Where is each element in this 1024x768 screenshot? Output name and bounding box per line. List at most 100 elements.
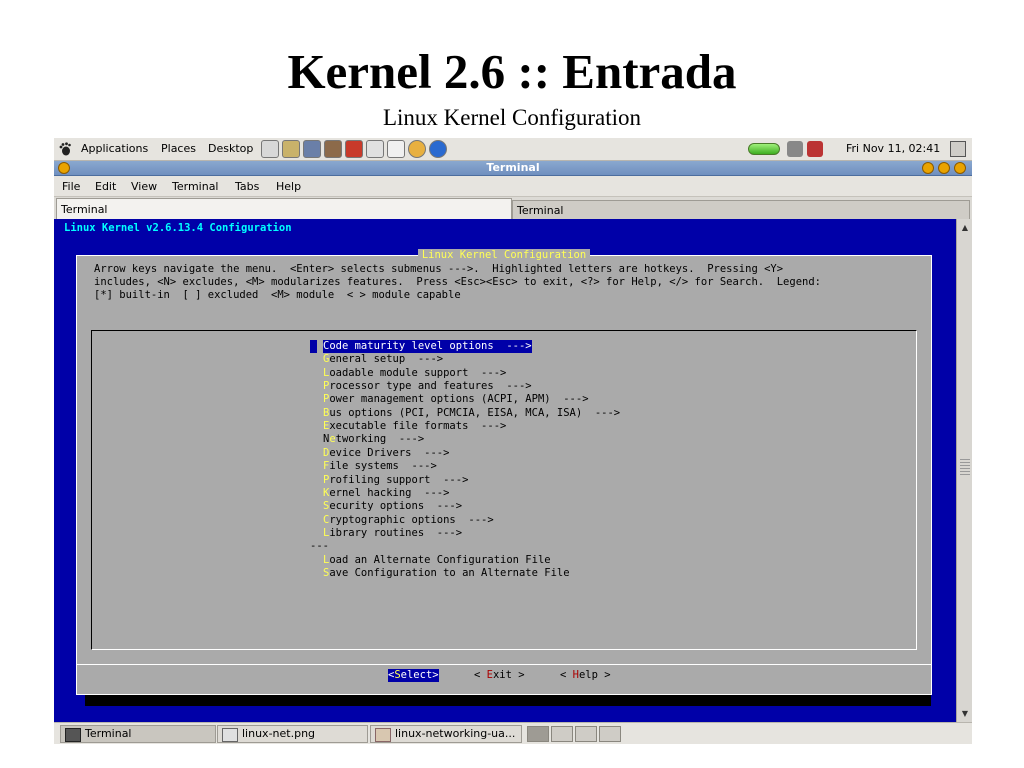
menu-terminal[interactable]: Terminal <box>172 180 219 194</box>
exit-label: xit <box>492 669 512 681</box>
menubar: File Edit View Terminal Tabs Help <box>54 176 972 197</box>
menuconfig-dialog: Linux Kernel Configuration Arrow keys na… <box>76 249 932 695</box>
menu-item-label: rocessor type and features ---> <box>329 380 532 392</box>
minimize-icon[interactable] <box>922 162 934 174</box>
top-panel: Applications Places Desktop Fri Nov 11, … <box>54 138 972 161</box>
gnome-foot-icon[interactable] <box>58 142 72 156</box>
menu-item-label: ode maturity level options ---> <box>329 340 532 352</box>
menu-edit[interactable]: Edit <box>95 180 116 194</box>
selection-cursor <box>310 340 317 353</box>
scroll-up-icon[interactable]: ▲ <box>958 221 972 234</box>
select-label: elect <box>400 669 433 681</box>
document-task-icon <box>375 728 391 742</box>
dialog-title-wrap: Linux Kernel Configuration <box>77 249 931 262</box>
menu-item[interactable]: Networking ---> <box>323 433 424 446</box>
notes-icon[interactable] <box>282 140 300 158</box>
window-titlebar[interactable]: Terminal <box>54 161 972 176</box>
menu-tabs[interactable]: Tabs <box>235 180 259 194</box>
menu-item[interactable]: Library routines ---> <box>323 527 462 540</box>
image-viewer-icon[interactable] <box>366 140 384 158</box>
menu-item[interactable]: Processor type and features ---> <box>323 380 532 393</box>
terminal-icon[interactable] <box>303 140 321 158</box>
task-terminal[interactable]: Terminal <box>60 725 216 743</box>
dialog-title: Linux Kernel Configuration <box>417 249 591 261</box>
maximize-icon[interactable] <box>938 162 950 174</box>
select-button[interactable]: <Select> <box>388 669 439 682</box>
window-title: Terminal <box>486 161 540 174</box>
task-linux-networking-label: linux-networking-ua... <box>395 727 516 740</box>
applications-menu[interactable]: Applications <box>81 142 148 156</box>
tab-terminal-2[interactable]: Terminal <box>512 200 970 219</box>
task-linux-networking[interactable]: linux-networking-ua... <box>370 725 522 743</box>
exit-button[interactable]: < Exit > <box>474 669 525 682</box>
menu-view[interactable]: View <box>131 180 157 194</box>
menu-item-file[interactable]: Load an Alternate Configuration File <box>323 554 551 567</box>
terminal-screen[interactable]: Linux Kernel v2.6.13.4 Configuration Lin… <box>54 219 956 722</box>
workspace-4[interactable] <box>599 726 621 742</box>
help-icon[interactable] <box>408 140 426 158</box>
places-menu[interactable]: Places <box>161 142 196 156</box>
workspace-1[interactable] <box>527 726 549 742</box>
help-button[interactable]: < Help > <box>560 669 611 682</box>
menu-item[interactable]: Executable file formats ---> <box>323 420 506 433</box>
button-row: <Select> < Exit > < Help > <box>77 664 931 685</box>
menu-item[interactable]: Security options ---> <box>323 500 462 513</box>
menu-item-label: tworking ---> <box>335 433 425 446</box>
help-line-2: includes, <N> excludes, <M> modularizes … <box>94 276 821 288</box>
menu-item-label: oad an Alternate Configuration File <box>329 553 551 566</box>
tab-terminal-1[interactable]: Terminal <box>56 198 512 219</box>
menu-item-label: evice Drivers ---> <box>329 446 450 459</box>
clock[interactable]: Fri Nov 11, 02:41 <box>846 142 940 156</box>
workspace-3[interactable] <box>575 726 597 742</box>
select-close: > <box>432 669 439 681</box>
menu-item[interactable]: File systems ---> <box>323 460 437 473</box>
bottom-panel: Terminal linux-net.png linux-networking-… <box>54 722 972 744</box>
menu-help[interactable]: Help <box>276 180 301 194</box>
menu-item[interactable]: Loadable module support ---> <box>323 367 506 380</box>
menu-item-label: oadable module support ---> <box>329 366 507 379</box>
menu-item[interactable]: Cryptographic options ---> <box>323 514 494 527</box>
menu-item-label: rofiling support ---> <box>329 473 469 486</box>
menu-separator: --- <box>310 540 329 553</box>
close-icon[interactable] <box>954 162 966 174</box>
network-icon[interactable] <box>787 141 803 157</box>
help-line-1: Arrow keys navigate the menu. <Enter> se… <box>94 263 784 275</box>
task-terminal-label: Terminal <box>85 727 132 740</box>
task-linux-net-png[interactable]: linux-net.png <box>217 725 368 743</box>
menu-item[interactable]: Bus options (PCI, PCMCIA, EISA, MCA, ISA… <box>323 407 620 420</box>
paint-icon[interactable] <box>324 140 342 158</box>
help-open: < <box>560 669 573 681</box>
document-icon[interactable] <box>387 140 405 158</box>
task-linux-net-label: linux-net.png <box>242 727 316 740</box>
scroll-down-icon[interactable]: ▼ <box>958 707 972 720</box>
exit-close: > <box>511 669 525 681</box>
image-task-icon <box>222 728 238 742</box>
volume-icon[interactable] <box>807 141 823 157</box>
slide-subtitle: Linux Kernel Configuration <box>382 105 642 130</box>
menu-item[interactable]: Code maturity level options ---> <box>323 340 532 353</box>
scrollbar-grip[interactable] <box>960 459 970 475</box>
workspace-2[interactable] <box>551 726 573 742</box>
menu-item[interactable]: General setup ---> <box>323 353 443 366</box>
web-browser-icon[interactable] <box>429 140 447 158</box>
menu-item-label: ave Configuration to an Alternate File <box>329 566 570 579</box>
terminal-scrollbar[interactable]: ▲ ▼ <box>956 219 972 722</box>
help-label: elp <box>578 669 598 681</box>
menu-item-file[interactable]: Save Configuration to an Alternate File <box>323 567 570 580</box>
menu-item[interactable]: Device Drivers ---> <box>323 447 449 460</box>
menu-item-label: xecutable file formats ---> <box>329 420 507 433</box>
mail-icon[interactable] <box>345 140 363 158</box>
text-editor-icon[interactable] <box>261 140 279 158</box>
power-icon[interactable] <box>950 141 966 157</box>
terminal-task-icon <box>65 728 81 742</box>
menu-item-label: ecurity options ---> <box>329 500 463 513</box>
menu-item-label: ryptographic options ---> <box>329 513 494 526</box>
menu-item-label: ile systems ---> <box>329 460 437 473</box>
battery-icon[interactable] <box>748 143 780 155</box>
menu-item[interactable]: Profiling support ---> <box>323 474 468 487</box>
menu-item[interactable]: Kernel hacking ---> <box>323 487 449 500</box>
desktop-menu[interactable]: Desktop <box>208 142 253 156</box>
menu-file[interactable]: File <box>62 180 80 194</box>
menu-item-label: ower management options (ACPI, APM) ---> <box>329 393 589 406</box>
menu-item[interactable]: Power management options (ACPI, APM) ---… <box>323 393 589 406</box>
